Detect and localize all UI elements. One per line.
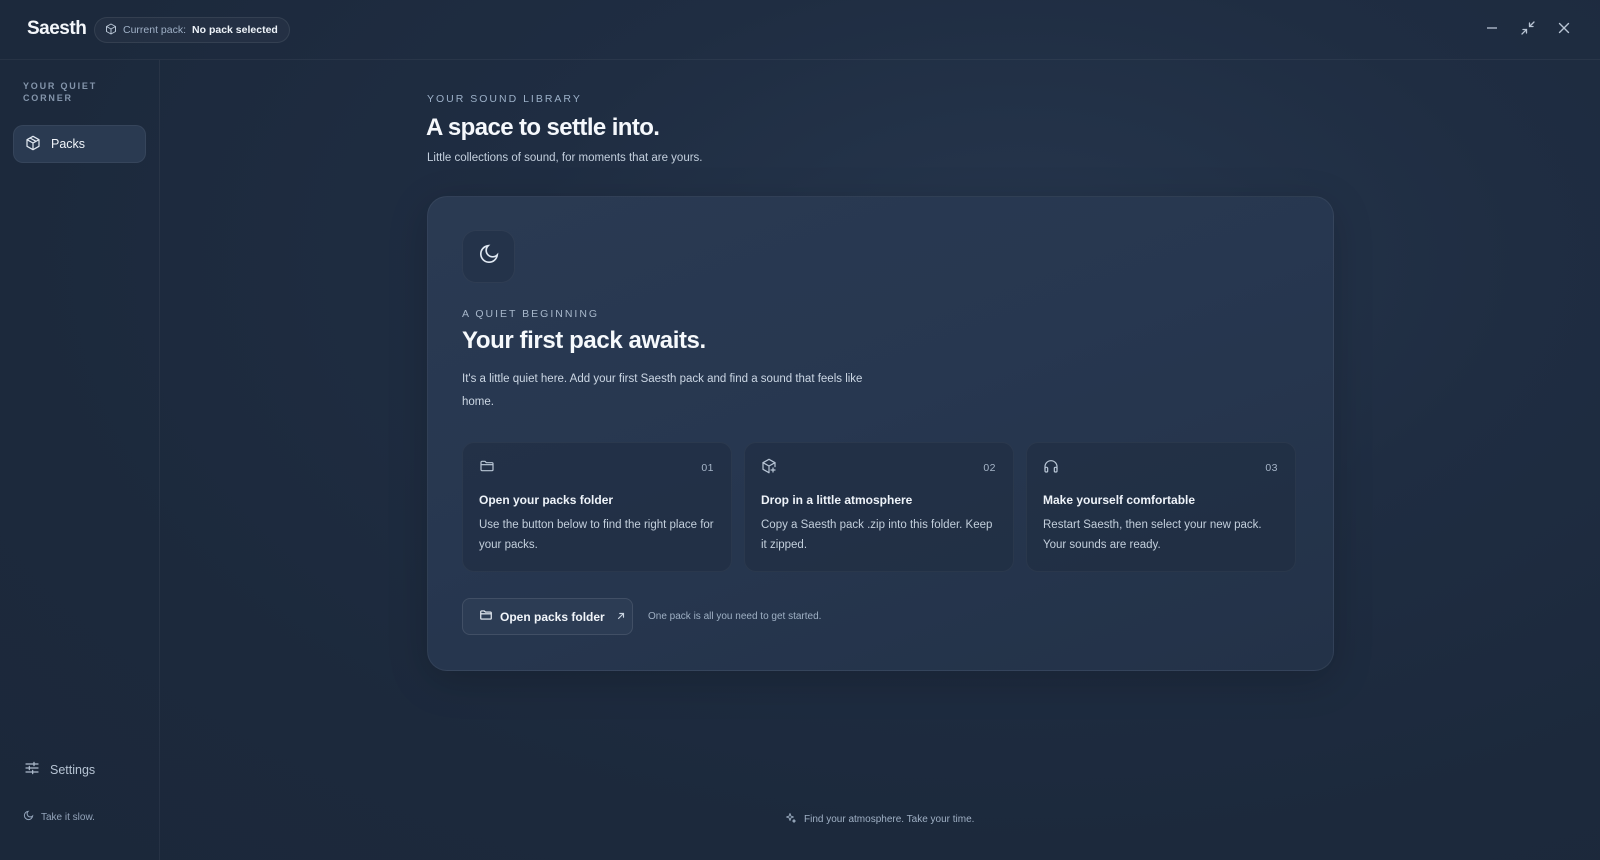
title-bar: Saesth Current pack: No pack selected: [0, 0, 1600, 60]
step-number: 01: [701, 462, 714, 474]
close-icon: [1557, 21, 1571, 40]
step-card-3: 03 Make yourself comfortable Restart Sae…: [1026, 442, 1296, 572]
card-eyebrow: A QUIET BEGINNING: [462, 308, 600, 320]
sidebar: YOUR QUIET CORNER Packs Settings Take it…: [0, 60, 160, 860]
page-title: A space to settle into.: [426, 114, 660, 141]
sidebar-footer: Take it slow.: [23, 810, 95, 824]
restore-button[interactable]: [1514, 16, 1542, 44]
step-text: Copy a Saesth pack .zip into this folder…: [761, 519, 993, 551]
folder-icon: [479, 608, 493, 625]
page-subtitle: Little collections of sound, for moments…: [427, 152, 703, 164]
step-text: Restart Saesth, then select your new pac…: [1043, 519, 1262, 551]
package-icon: [25, 135, 41, 154]
main-eyebrow: YOUR SOUND LIBRARY: [427, 93, 582, 105]
step-number: 03: [1265, 462, 1278, 474]
step-title: Make yourself comfortable: [1043, 493, 1196, 507]
open-packs-folder-button[interactable]: Open packs folder: [462, 598, 633, 635]
settings-label: Settings: [50, 762, 96, 777]
minimize-button[interactable]: [1478, 16, 1506, 44]
sidebar-item-settings[interactable]: Settings: [24, 760, 95, 779]
step-title: Open your packs folder: [479, 493, 614, 507]
folder-icon: [479, 458, 495, 479]
package-plus-icon: [761, 458, 777, 479]
moon-icon: [478, 243, 500, 270]
close-button[interactable]: [1550, 16, 1578, 44]
step-title: Drop in a little atmosphere: [761, 493, 913, 507]
minimize-icon: [1485, 21, 1499, 40]
empty-state-card: A QUIET BEGINNING Your first pack awaits…: [427, 196, 1334, 671]
page-footer: Find your atmosphere. Take your time.: [785, 812, 974, 827]
app-brand: Saesth: [27, 18, 87, 39]
current-pack-label: Current pack:: [123, 24, 187, 36]
sidebar-footer-text: Take it slow.: [41, 811, 95, 823]
restore-icon: [1520, 20, 1536, 41]
current-pack-indicator[interactable]: Current pack: No pack selected: [94, 17, 290, 43]
moon-icon: [23, 810, 34, 824]
step-number: 02: [983, 462, 996, 474]
step-card-2: 02 Drop in a little atmosphere Copy a Sa…: [744, 442, 1014, 572]
sidebar-heading: YOUR QUIET CORNER: [23, 81, 98, 103]
sidebar-item-label: Packs: [51, 137, 86, 151]
app-window: Saesth Current pack: No pack selected YO…: [0, 0, 1600, 860]
card-body: It's a little quiet here. Add your first…: [462, 373, 863, 408]
footer-text: Find your atmosphere. Take your time.: [804, 814, 975, 825]
sidebar-item-packs[interactable]: Packs: [13, 125, 146, 163]
sliders-icon: [24, 760, 40, 779]
moon-badge: [462, 230, 515, 283]
button-hint: One pack is all you need to get started.: [648, 611, 822, 622]
card-title: Your first pack awaits.: [462, 327, 706, 354]
step-card-1: 01 Open your packs folder Use the button…: [462, 442, 732, 572]
headphones-icon: [1043, 458, 1059, 479]
package-icon: [105, 23, 117, 38]
sparkles-icon: [785, 812, 797, 827]
arrow-up-right-icon: [616, 610, 626, 624]
open-packs-folder-label: Open packs folder: [500, 609, 605, 624]
step-text: Use the button below to find the right p…: [479, 519, 714, 551]
current-pack-value: No pack selected: [192, 24, 278, 36]
